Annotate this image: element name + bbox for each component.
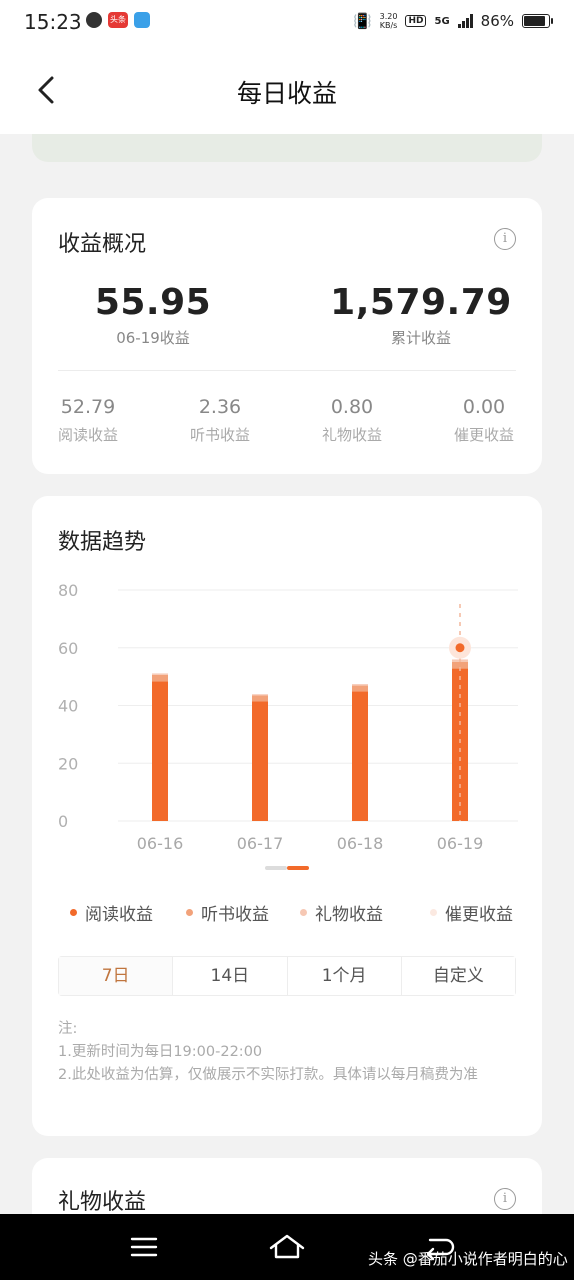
status-indicators: 📳 3.20 KB/s HD 5G 86% [352, 12, 553, 30]
menu-button[interactable] [126, 1232, 162, 1262]
net-speed-value: 3.20 [379, 12, 398, 21]
urge-earnings: 0.00 催更收益 [429, 396, 539, 445]
y-tick-label: 60 [58, 639, 78, 658]
x-tick-label: 06-16 [137, 834, 184, 853]
earnings-breakdown: 52.79 阅读收益 2.36 听书收益 0.80 礼物收益 0.00 催更收益 [32, 396, 542, 456]
overview-title: 收益概况 [58, 232, 147, 257]
network-type: 5G [434, 15, 450, 27]
notes: 注: 1.更新时间为每日19:00-22:00 2.此处收益为估算，仅做展示不实… [58, 1018, 516, 1087]
net-speed: 3.20 KB/s [380, 12, 398, 30]
signal-icon [457, 14, 473, 28]
y-tick-label: 0 [58, 812, 68, 831]
total-label: 累计收益 [390, 329, 451, 347]
info-icon[interactable]: i [494, 228, 516, 250]
menu-icon [130, 1237, 158, 1257]
legend-label: 阅读收益 [85, 905, 153, 925]
gift-info-icon[interactable]: i [494, 1188, 516, 1210]
audiobook-earnings: 2.36 听书收益 [165, 396, 275, 445]
x-tick-label: 06-19 [437, 834, 484, 853]
reading-label: 阅读收益 [57, 426, 118, 444]
bar-segment [152, 674, 168, 682]
reading-value: 52.79 [60, 396, 116, 418]
pager-indicator-active [287, 866, 309, 870]
audiobook-value: 2.36 [198, 396, 242, 418]
gift-title: 礼物收益 [58, 1190, 147, 1215]
battery-percent: 86% [480, 12, 514, 30]
hd-icon: HD [405, 15, 427, 27]
bar-segment [252, 694, 268, 696]
today-earnings: 55.95 06-19收益 [58, 282, 248, 348]
today-label: 06-19收益 [116, 329, 190, 347]
battery-icon [522, 14, 553, 28]
period-tabs: 7日 14日 1个月 自定义 [58, 956, 516, 996]
header: 每日收益 [0, 46, 574, 134]
bar-segment [152, 681, 168, 821]
net-speed-unit: KB/s [379, 21, 398, 30]
reading-earnings: 52.79 阅读收益 [33, 396, 143, 445]
bar-segment [452, 668, 468, 821]
tab-14-days[interactable]: 14日 [173, 957, 288, 995]
total-value: 1,579.79 [330, 282, 512, 323]
tab-1-month[interactable]: 1个月 [287, 957, 402, 995]
y-tick-label: 40 [58, 697, 78, 716]
news-app-icon: 头条 [108, 12, 128, 28]
legend-dot-icon [186, 909, 193, 916]
urge-label: 催更收益 [453, 426, 514, 444]
divider [58, 370, 516, 371]
trend-card: 数据趋势 0 20 40 60 80 06-16 06-17 06-18 06-19 阅读收益听… [32, 496, 542, 1136]
app-notification-icon [134, 12, 150, 28]
note-estimate: 2.此处收益为估算，仅做展示不实际打款。具体请以每月稿费为准 [58, 1067, 478, 1083]
x-tick-label: 06-18 [337, 834, 384, 853]
total-earnings: 1,579.79 累计收益 [316, 282, 526, 348]
gift-label: 礼物收益 [321, 426, 382, 444]
legend-dot-icon [70, 909, 77, 916]
bar-segment [352, 684, 368, 686]
legend-label: 听书收益 [201, 905, 269, 925]
system-nav-bar [0, 1214, 574, 1280]
legend-label: 催更收益 [445, 905, 513, 925]
legend-item[interactable]: 催更收益 [430, 900, 513, 925]
x-tick-label: 06-17 [237, 834, 284, 853]
tab-custom[interactable]: 自定义 [401, 957, 515, 995]
status-time: 15:23 [24, 10, 82, 34]
watermark: 头条 @番茄小说作者明白的心 [368, 1250, 568, 1268]
legend-label: 礼物收益 [315, 905, 383, 925]
bar-segment [352, 685, 368, 692]
today-value: 55.95 [94, 282, 212, 323]
gift-value: 0.80 [330, 396, 374, 418]
notes-heading: 注: [58, 1021, 78, 1037]
y-tick-label: 20 [58, 754, 78, 773]
bar-segment [252, 695, 268, 702]
vibrate-icon: 📳 [352, 12, 372, 30]
legend-item[interactable]: 阅读收益 [70, 900, 153, 925]
chart-legend: 阅读收益 听书收益 礼物收益 催更收益 [32, 900, 542, 925]
legend-item[interactable]: 听书收益 [186, 900, 269, 925]
urge-value: 0.00 [462, 396, 506, 418]
note-update-time: 1.更新时间为每日19:00-22:00 [58, 1044, 263, 1060]
status-bar: 15:23 头条 📳 3.20 KB/s HD 5G 86% [0, 0, 574, 46]
home-button[interactable] [268, 1232, 305, 1262]
message-icon [86, 12, 102, 28]
bar-segment [252, 701, 268, 821]
y-tick-label: 80 [58, 581, 78, 600]
tab-7-days[interactable]: 7日 [59, 957, 174, 995]
gift-earnings: 0.80 礼物收益 [297, 396, 407, 445]
overview-card: 收益概况 i 55.95 06-19收益 1,579.79 累计收益 52.79… [32, 198, 542, 474]
bar-segment [152, 673, 168, 675]
earnings-chart[interactable]: 0 20 40 60 80 06-16 06-17 06-18 06-19 [32, 496, 542, 886]
legend-item[interactable]: 礼物收益 [300, 900, 383, 925]
banner-card[interactable] [32, 134, 542, 162]
audiobook-label: 听书收益 [189, 426, 250, 444]
legend-dot-icon [430, 909, 437, 916]
notification-icons: 头条 [86, 12, 150, 28]
legend-dot-icon [300, 909, 307, 916]
home-icon [269, 1234, 305, 1259]
page-title: 每日收益 [236, 79, 337, 108]
pager-indicator-inactive [265, 866, 287, 870]
bar-segment [352, 691, 368, 821]
highlight-marker [455, 643, 465, 653]
